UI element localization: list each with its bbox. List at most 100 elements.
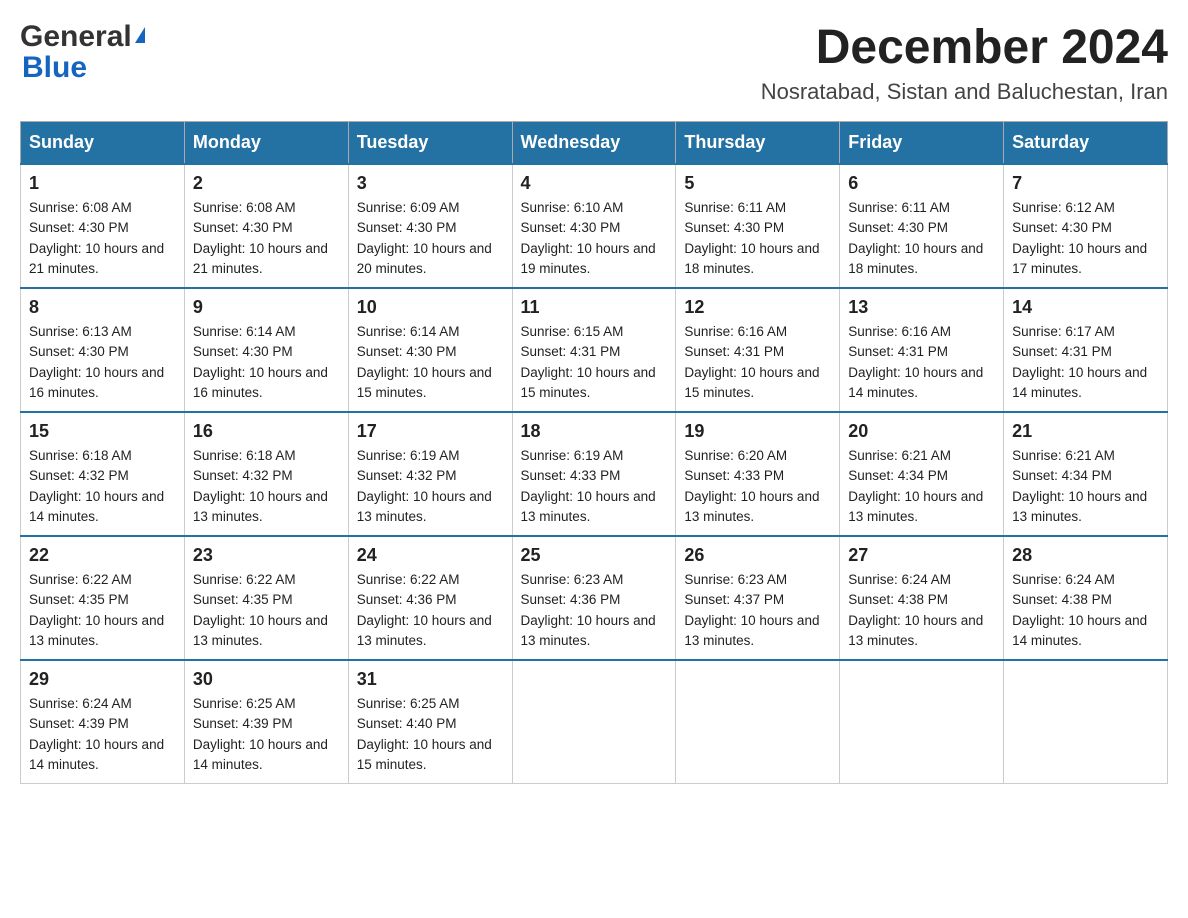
day-number: 25 bbox=[521, 545, 668, 566]
calendar-week-row: 29 Sunrise: 6:24 AM Sunset: 4:39 PM Dayl… bbox=[21, 660, 1168, 784]
calendar-cell: 10 Sunrise: 6:14 AM Sunset: 4:30 PM Dayl… bbox=[348, 288, 512, 412]
calendar-cell: 31 Sunrise: 6:25 AM Sunset: 4:40 PM Dayl… bbox=[348, 660, 512, 784]
calendar-cell: 29 Sunrise: 6:24 AM Sunset: 4:39 PM Dayl… bbox=[21, 660, 185, 784]
day-info: Sunrise: 6:19 AM Sunset: 4:32 PM Dayligh… bbox=[357, 446, 504, 527]
calendar-cell: 1 Sunrise: 6:08 AM Sunset: 4:30 PM Dayli… bbox=[21, 164, 185, 288]
calendar-cell: 25 Sunrise: 6:23 AM Sunset: 4:36 PM Dayl… bbox=[512, 536, 676, 660]
calendar-cell: 19 Sunrise: 6:20 AM Sunset: 4:33 PM Dayl… bbox=[676, 412, 840, 536]
calendar-cell: 13 Sunrise: 6:16 AM Sunset: 4:31 PM Dayl… bbox=[840, 288, 1004, 412]
day-info: Sunrise: 6:16 AM Sunset: 4:31 PM Dayligh… bbox=[684, 322, 831, 403]
calendar-cell: 30 Sunrise: 6:25 AM Sunset: 4:39 PM Dayl… bbox=[184, 660, 348, 784]
day-info: Sunrise: 6:18 AM Sunset: 4:32 PM Dayligh… bbox=[193, 446, 340, 527]
day-info: Sunrise: 6:23 AM Sunset: 4:37 PM Dayligh… bbox=[684, 570, 831, 651]
column-header-monday: Monday bbox=[184, 122, 348, 165]
day-info: Sunrise: 6:10 AM Sunset: 4:30 PM Dayligh… bbox=[521, 198, 668, 279]
day-info: Sunrise: 6:18 AM Sunset: 4:32 PM Dayligh… bbox=[29, 446, 176, 527]
calendar-cell: 27 Sunrise: 6:24 AM Sunset: 4:38 PM Dayl… bbox=[840, 536, 1004, 660]
logo-general-text: General bbox=[20, 20, 132, 53]
day-number: 1 bbox=[29, 173, 176, 194]
calendar-cell: 20 Sunrise: 6:21 AM Sunset: 4:34 PM Dayl… bbox=[840, 412, 1004, 536]
calendar-cell bbox=[676, 660, 840, 784]
day-number: 17 bbox=[357, 421, 504, 442]
day-info: Sunrise: 6:25 AM Sunset: 4:40 PM Dayligh… bbox=[357, 694, 504, 775]
day-number: 2 bbox=[193, 173, 340, 194]
day-info: Sunrise: 6:08 AM Sunset: 4:30 PM Dayligh… bbox=[193, 198, 340, 279]
day-number: 27 bbox=[848, 545, 995, 566]
calendar-cell: 18 Sunrise: 6:19 AM Sunset: 4:33 PM Dayl… bbox=[512, 412, 676, 536]
calendar-cell bbox=[512, 660, 676, 784]
day-info: Sunrise: 6:23 AM Sunset: 4:36 PM Dayligh… bbox=[521, 570, 668, 651]
month-title: December 2024 bbox=[761, 20, 1168, 75]
day-number: 4 bbox=[521, 173, 668, 194]
calendar-cell: 24 Sunrise: 6:22 AM Sunset: 4:36 PM Dayl… bbox=[348, 536, 512, 660]
day-number: 11 bbox=[521, 297, 668, 318]
calendar-table: SundayMondayTuesdayWednesdayThursdayFrid… bbox=[20, 121, 1168, 784]
calendar-cell: 22 Sunrise: 6:22 AM Sunset: 4:35 PM Dayl… bbox=[21, 536, 185, 660]
column-header-thursday: Thursday bbox=[676, 122, 840, 165]
day-number: 26 bbox=[684, 545, 831, 566]
calendar-cell: 7 Sunrise: 6:12 AM Sunset: 4:30 PM Dayli… bbox=[1004, 164, 1168, 288]
day-number: 30 bbox=[193, 669, 340, 690]
day-info: Sunrise: 6:20 AM Sunset: 4:33 PM Dayligh… bbox=[684, 446, 831, 527]
calendar-cell: 23 Sunrise: 6:22 AM Sunset: 4:35 PM Dayl… bbox=[184, 536, 348, 660]
logo-triangle-icon bbox=[135, 27, 145, 43]
calendar-header-row: SundayMondayTuesdayWednesdayThursdayFrid… bbox=[21, 122, 1168, 165]
calendar-cell: 8 Sunrise: 6:13 AM Sunset: 4:30 PM Dayli… bbox=[21, 288, 185, 412]
calendar-week-row: 15 Sunrise: 6:18 AM Sunset: 4:32 PM Dayl… bbox=[21, 412, 1168, 536]
calendar-cell: 3 Sunrise: 6:09 AM Sunset: 4:30 PM Dayli… bbox=[348, 164, 512, 288]
calendar-cell: 6 Sunrise: 6:11 AM Sunset: 4:30 PM Dayli… bbox=[840, 164, 1004, 288]
day-number: 9 bbox=[193, 297, 340, 318]
day-number: 6 bbox=[848, 173, 995, 194]
day-number: 10 bbox=[357, 297, 504, 318]
day-info: Sunrise: 6:21 AM Sunset: 4:34 PM Dayligh… bbox=[1012, 446, 1159, 527]
day-info: Sunrise: 6:22 AM Sunset: 4:35 PM Dayligh… bbox=[193, 570, 340, 651]
day-info: Sunrise: 6:25 AM Sunset: 4:39 PM Dayligh… bbox=[193, 694, 340, 775]
day-info: Sunrise: 6:22 AM Sunset: 4:36 PM Dayligh… bbox=[357, 570, 504, 651]
day-info: Sunrise: 6:11 AM Sunset: 4:30 PM Dayligh… bbox=[848, 198, 995, 279]
day-info: Sunrise: 6:19 AM Sunset: 4:33 PM Dayligh… bbox=[521, 446, 668, 527]
day-number: 29 bbox=[29, 669, 176, 690]
calendar-cell: 15 Sunrise: 6:18 AM Sunset: 4:32 PM Dayl… bbox=[21, 412, 185, 536]
day-info: Sunrise: 6:24 AM Sunset: 4:38 PM Dayligh… bbox=[1012, 570, 1159, 651]
day-number: 31 bbox=[357, 669, 504, 690]
day-number: 19 bbox=[684, 421, 831, 442]
calendar-cell: 2 Sunrise: 6:08 AM Sunset: 4:30 PM Dayli… bbox=[184, 164, 348, 288]
day-info: Sunrise: 6:08 AM Sunset: 4:30 PM Dayligh… bbox=[29, 198, 176, 279]
day-number: 21 bbox=[1012, 421, 1159, 442]
day-info: Sunrise: 6:09 AM Sunset: 4:30 PM Dayligh… bbox=[357, 198, 504, 279]
calendar-cell: 14 Sunrise: 6:17 AM Sunset: 4:31 PM Dayl… bbox=[1004, 288, 1168, 412]
calendar-cell: 16 Sunrise: 6:18 AM Sunset: 4:32 PM Dayl… bbox=[184, 412, 348, 536]
day-info: Sunrise: 6:16 AM Sunset: 4:31 PM Dayligh… bbox=[848, 322, 995, 403]
calendar-cell: 21 Sunrise: 6:21 AM Sunset: 4:34 PM Dayl… bbox=[1004, 412, 1168, 536]
day-number: 8 bbox=[29, 297, 176, 318]
title-area: December 2024 Nosratabad, Sistan and Bal… bbox=[761, 20, 1168, 105]
day-info: Sunrise: 6:11 AM Sunset: 4:30 PM Dayligh… bbox=[684, 198, 831, 279]
calendar-cell: 26 Sunrise: 6:23 AM Sunset: 4:37 PM Dayl… bbox=[676, 536, 840, 660]
calendar-cell: 5 Sunrise: 6:11 AM Sunset: 4:30 PM Dayli… bbox=[676, 164, 840, 288]
column-header-sunday: Sunday bbox=[21, 122, 185, 165]
day-number: 18 bbox=[521, 421, 668, 442]
day-info: Sunrise: 6:14 AM Sunset: 4:30 PM Dayligh… bbox=[193, 322, 340, 403]
day-number: 12 bbox=[684, 297, 831, 318]
calendar-cell: 4 Sunrise: 6:10 AM Sunset: 4:30 PM Dayli… bbox=[512, 164, 676, 288]
column-header-saturday: Saturday bbox=[1004, 122, 1168, 165]
day-number: 14 bbox=[1012, 297, 1159, 318]
day-number: 7 bbox=[1012, 173, 1159, 194]
calendar-week-row: 1 Sunrise: 6:08 AM Sunset: 4:30 PM Dayli… bbox=[21, 164, 1168, 288]
day-number: 16 bbox=[193, 421, 340, 442]
day-info: Sunrise: 6:13 AM Sunset: 4:30 PM Dayligh… bbox=[29, 322, 176, 403]
day-number: 28 bbox=[1012, 545, 1159, 566]
calendar-cell bbox=[1004, 660, 1168, 784]
day-info: Sunrise: 6:15 AM Sunset: 4:31 PM Dayligh… bbox=[521, 322, 668, 403]
calendar-cell: 12 Sunrise: 6:16 AM Sunset: 4:31 PM Dayl… bbox=[676, 288, 840, 412]
page-header: General Blue December 2024 Nosratabad, S… bbox=[20, 20, 1168, 105]
day-number: 22 bbox=[29, 545, 176, 566]
calendar-cell bbox=[840, 660, 1004, 784]
day-number: 3 bbox=[357, 173, 504, 194]
day-number: 23 bbox=[193, 545, 340, 566]
day-info: Sunrise: 6:14 AM Sunset: 4:30 PM Dayligh… bbox=[357, 322, 504, 403]
day-info: Sunrise: 6:17 AM Sunset: 4:31 PM Dayligh… bbox=[1012, 322, 1159, 403]
day-number: 24 bbox=[357, 545, 504, 566]
location-title: Nosratabad, Sistan and Baluchestan, Iran bbox=[761, 79, 1168, 105]
calendar-week-row: 22 Sunrise: 6:22 AM Sunset: 4:35 PM Dayl… bbox=[21, 536, 1168, 660]
